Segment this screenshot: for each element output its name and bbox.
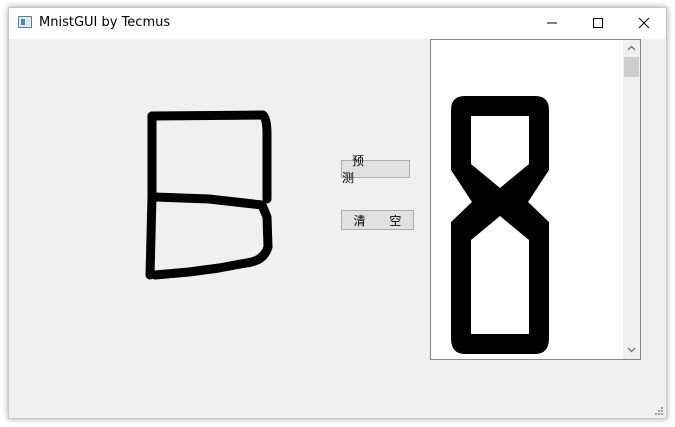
- scroll-up-button[interactable]: [623, 40, 640, 57]
- drawing-canvas[interactable]: [9, 39, 339, 419]
- maximize-button[interactable]: [575, 8, 621, 39]
- resize-grip-icon[interactable]: [653, 405, 663, 415]
- predict-button[interactable]: 预 测: [341, 154, 410, 185]
- vertical-scrollbar[interactable]: [623, 40, 640, 359]
- minimize-icon: [547, 22, 557, 24]
- minimize-button[interactable]: [529, 8, 575, 39]
- app-window: MnistGUI by Tecmus 预 测 清 空: [8, 7, 667, 419]
- maximize-icon: [593, 18, 603, 28]
- scroll-thumb[interactable]: [624, 57, 639, 77]
- clear-button[interactable]: 清 空: [341, 210, 414, 230]
- close-icon: [638, 17, 650, 29]
- predicted-digit-display: [451, 96, 549, 354]
- close-button[interactable]: [621, 8, 667, 39]
- window-title: MnistGUI by Tecmus: [39, 15, 171, 30]
- title-bar[interactable]: MnistGUI by Tecmus: [9, 8, 666, 39]
- scroll-down-button[interactable]: [623, 342, 640, 359]
- app-window-icon: [18, 16, 32, 28]
- chevron-down-icon: [627, 347, 636, 353]
- handwritten-stroke: [145, 110, 273, 280]
- result-panel[interactable]: [430, 39, 641, 360]
- chevron-up-icon: [627, 45, 636, 51]
